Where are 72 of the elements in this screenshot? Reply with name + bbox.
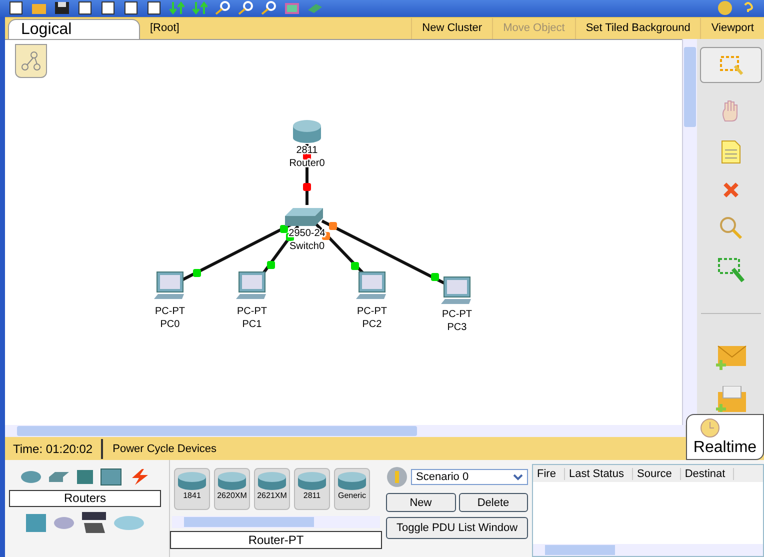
router-icon[interactable]	[20, 470, 42, 484]
device-model-button[interactable]: 2621XM	[254, 468, 290, 510]
magnifier-icon[interactable]	[261, 1, 277, 16]
select-icon[interactable]	[700, 46, 762, 83]
magnifier-icon[interactable]	[215, 1, 231, 16]
router-icon	[217, 471, 247, 492]
switch-icon[interactable]	[285, 208, 323, 226]
device-model-label: PC-PT	[357, 306, 387, 317]
path-label: [Root]	[150, 22, 180, 34]
model-type-label: Router-PT	[170, 531, 382, 550]
column-header[interactable]: Fire	[533, 468, 565, 480]
computer-icon[interactable]	[356, 271, 386, 299]
resize-icon[interactable]	[716, 256, 744, 283]
switch-icon[interactable]	[48, 471, 70, 484]
router-icon	[177, 471, 207, 492]
category-label: Routers	[9, 490, 161, 508]
folder-icon[interactable]	[31, 1, 47, 16]
router-icon	[297, 471, 327, 492]
power-cycle-button[interactable]: Power Cycle Devices	[102, 442, 227, 455]
column-header[interactable]: Last Status	[564, 468, 633, 480]
scenario-dropdown[interactable]: Scenario 0	[411, 469, 528, 486]
palette-icon[interactable]	[284, 1, 300, 16]
hub-icon[interactable]	[76, 469, 94, 486]
model-label: 1841	[183, 491, 201, 500]
column-header[interactable]: Destinat	[680, 468, 734, 480]
device-name-label: PC1	[242, 318, 262, 330]
vertical-scrollbar[interactable]	[682, 38, 697, 426]
toggle-pdu-button[interactable]: Toggle PDU List Window	[386, 517, 528, 540]
router-icon	[257, 471, 287, 492]
logical-tab[interactable]: Logical	[8, 18, 140, 39]
horizontal-scrollbar[interactable]	[172, 516, 380, 528]
envelope-icon[interactable]	[714, 386, 748, 412]
router-icon[interactable]	[293, 120, 321, 143]
device-model-label: PC-PT	[237, 306, 267, 317]
model-label: 2811	[303, 491, 321, 500]
horizontal-scrollbar[interactable]	[5, 425, 685, 438]
clock-icon[interactable]	[699, 417, 721, 440]
device-model-button[interactable]: 2620XM	[214, 468, 250, 510]
cloud-icon[interactable]	[113, 515, 145, 532]
save-icon[interactable]	[54, 1, 70, 16]
horizontal-scrollbar[interactable]	[533, 544, 763, 556]
computer-icon[interactable]	[236, 271, 266, 299]
delete-icon[interactable]	[722, 180, 740, 199]
device-name-label: PC3	[447, 322, 467, 333]
arrows-icon[interactable]	[192, 1, 208, 16]
device-model-button[interactable]: 1841	[174, 468, 210, 510]
router-icon	[337, 471, 367, 492]
document-icon[interactable]	[123, 1, 139, 16]
envelope-icon[interactable]	[714, 344, 748, 370]
computer-icon[interactable]	[154, 271, 184, 299]
device-model-label: PC-PT	[155, 306, 185, 317]
network-icon[interactable]	[15, 44, 47, 78]
device-name-label: PC2	[362, 318, 382, 330]
cloud-icon[interactable]	[53, 516, 75, 530]
device-model-label: PC-PT	[442, 308, 472, 320]
arrows-icon[interactable]	[169, 1, 185, 16]
scenario-button[interactable]: New	[386, 493, 456, 512]
model-label: Generic	[338, 491, 366, 500]
model-label: 2621XM	[257, 491, 287, 500]
device-module-icon[interactable]	[81, 511, 107, 536]
column-header[interactable]: Source	[633, 468, 681, 480]
device-name-label: Switch0	[290, 240, 324, 252]
computer-icon[interactable]	[441, 276, 471, 304]
note-icon[interactable]	[720, 138, 742, 165]
device-name-label: PC0	[160, 318, 180, 330]
device-model-button[interactable]: Generic	[334, 468, 370, 510]
document-icon[interactable]	[146, 1, 162, 16]
scenario-button[interactable]: Delete	[458, 493, 528, 512]
device-model-button[interactable]: 2811	[294, 468, 330, 510]
magnifier-icon[interactable]	[238, 1, 254, 16]
new-file-icon[interactable]	[8, 1, 24, 16]
model-label: 2620XM	[217, 491, 247, 500]
